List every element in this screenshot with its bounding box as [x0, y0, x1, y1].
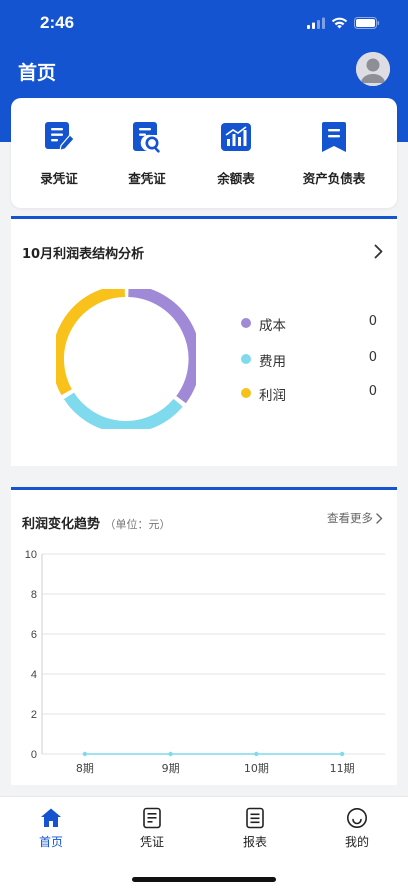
x-tick-label: 9期: [162, 762, 180, 775]
bookmark-doc-icon: [322, 122, 346, 152]
page-title: 首页: [18, 62, 57, 84]
quick-action-record-voucher[interactable]: 录凭证: [14, 120, 104, 187]
tab-report[interactable]: 报表: [225, 807, 285, 850]
quick-action-assets-liabilities[interactable]: 资产负债表: [289, 120, 379, 187]
edit-voucher-icon: [45, 122, 75, 152]
battery-icon: [354, 14, 380, 33]
data-point: [339, 751, 345, 757]
search-voucher-icon: [133, 122, 160, 153]
bar-chart-icon: [221, 123, 251, 151]
x-tick-label: 10期: [244, 762, 269, 775]
legend-value: 0: [368, 314, 377, 329]
chevron-right-icon[interactable]: [374, 244, 383, 259]
quick-action-label: 查凭证: [128, 171, 166, 186]
voucher-icon: [143, 807, 161, 829]
profit-trend-card: 利润变化趋势 （单位：元） 查看更多 10 8 6 4 2 0 8期 9期 10期 11期: [11, 487, 397, 785]
tab-mine[interactable]: 我的: [327, 807, 387, 850]
y-tick-label: 8: [31, 589, 37, 601]
legend-label: 成本: [259, 318, 286, 334]
quick-actions-card: 录凭证 查凭证 余额表 资产负债表: [11, 98, 397, 208]
legend-value: 0: [368, 350, 377, 365]
home-icon: [41, 808, 61, 827]
home-indicator: [132, 877, 276, 882]
chevron-right-icon: [376, 512, 383, 524]
user-avatar-icon: [356, 52, 390, 86]
y-tick-label: 2: [31, 709, 37, 721]
tab-label: 首页: [38, 835, 63, 849]
profit-structure-card[interactable]: 10月利润表结构分析 成本 0 费用 0 利润 0: [11, 216, 397, 466]
profit-trend-unit: （单位：元）: [104, 518, 171, 531]
legend-value: 0: [368, 384, 377, 399]
data-point: [82, 751, 88, 757]
legend-dot: [241, 318, 251, 328]
y-tick-label: 6: [31, 629, 37, 641]
data-point: [168, 751, 173, 757]
quick-action-label: 资产负债表: [302, 171, 366, 186]
legend-item-profit: 利润 0: [241, 383, 381, 404]
wifi-icon: [331, 14, 348, 33]
legend-item-cost: 成本 0: [241, 313, 381, 334]
y-tick-label: 4: [31, 669, 37, 681]
profit-structure-donut-chart: [56, 289, 196, 429]
tab-home[interactable]: 首页: [21, 807, 81, 850]
report-icon: [246, 807, 264, 829]
donut-segment-expense: [63, 392, 183, 429]
quick-action-view-voucher[interactable]: 查凭证: [102, 120, 192, 187]
quick-action-label: 录凭证: [40, 171, 78, 186]
profit-trend-line-chart: 10 8 6 4 2 0 8期 9期 10期 11期: [25, 549, 385, 775]
smile-icon: [347, 808, 367, 828]
quick-action-balance-sheet[interactable]: 余额表: [191, 120, 281, 187]
legend-label: 利润: [259, 388, 286, 404]
y-tick-label: 0: [31, 749, 37, 761]
legend-dot: [241, 354, 251, 364]
quick-action-label: 余额表: [217, 171, 255, 186]
data-point: [254, 751, 259, 757]
donut-segment-cost: [128, 289, 196, 404]
tab-label: 报表: [242, 835, 267, 849]
status-icons: [307, 14, 380, 33]
profit-trend-title-text: 利润变化趋势: [22, 517, 101, 532]
legend-label: 费用: [259, 354, 286, 370]
donut-segment-profit: [56, 289, 126, 396]
legend-dot: [241, 388, 251, 398]
x-tick-label: 8期: [76, 762, 94, 775]
profit-trend-title: 利润变化趋势 （单位：元）: [22, 513, 171, 532]
view-more-link[interactable]: 查看更多: [327, 510, 383, 526]
x-tick-label: 11期: [330, 762, 355, 775]
avatar[interactable]: [356, 52, 390, 86]
signal-icon: [307, 14, 325, 33]
profit-structure-title: 10月利润表结构分析: [22, 247, 145, 262]
tab-voucher[interactable]: 凭证: [122, 807, 182, 850]
legend-item-expense: 费用 0: [241, 349, 381, 370]
status-bar: 2:46: [0, 0, 408, 48]
tab-label: 凭证: [139, 835, 164, 849]
tab-label: 我的: [344, 835, 369, 849]
bottom-tab-bar: 首页 凭证 报表 我的: [0, 796, 408, 890]
y-tick-label: 10: [25, 549, 37, 561]
view-more-label: 查看更多: [327, 511, 373, 525]
status-time: 2:46: [40, 13, 75, 32]
